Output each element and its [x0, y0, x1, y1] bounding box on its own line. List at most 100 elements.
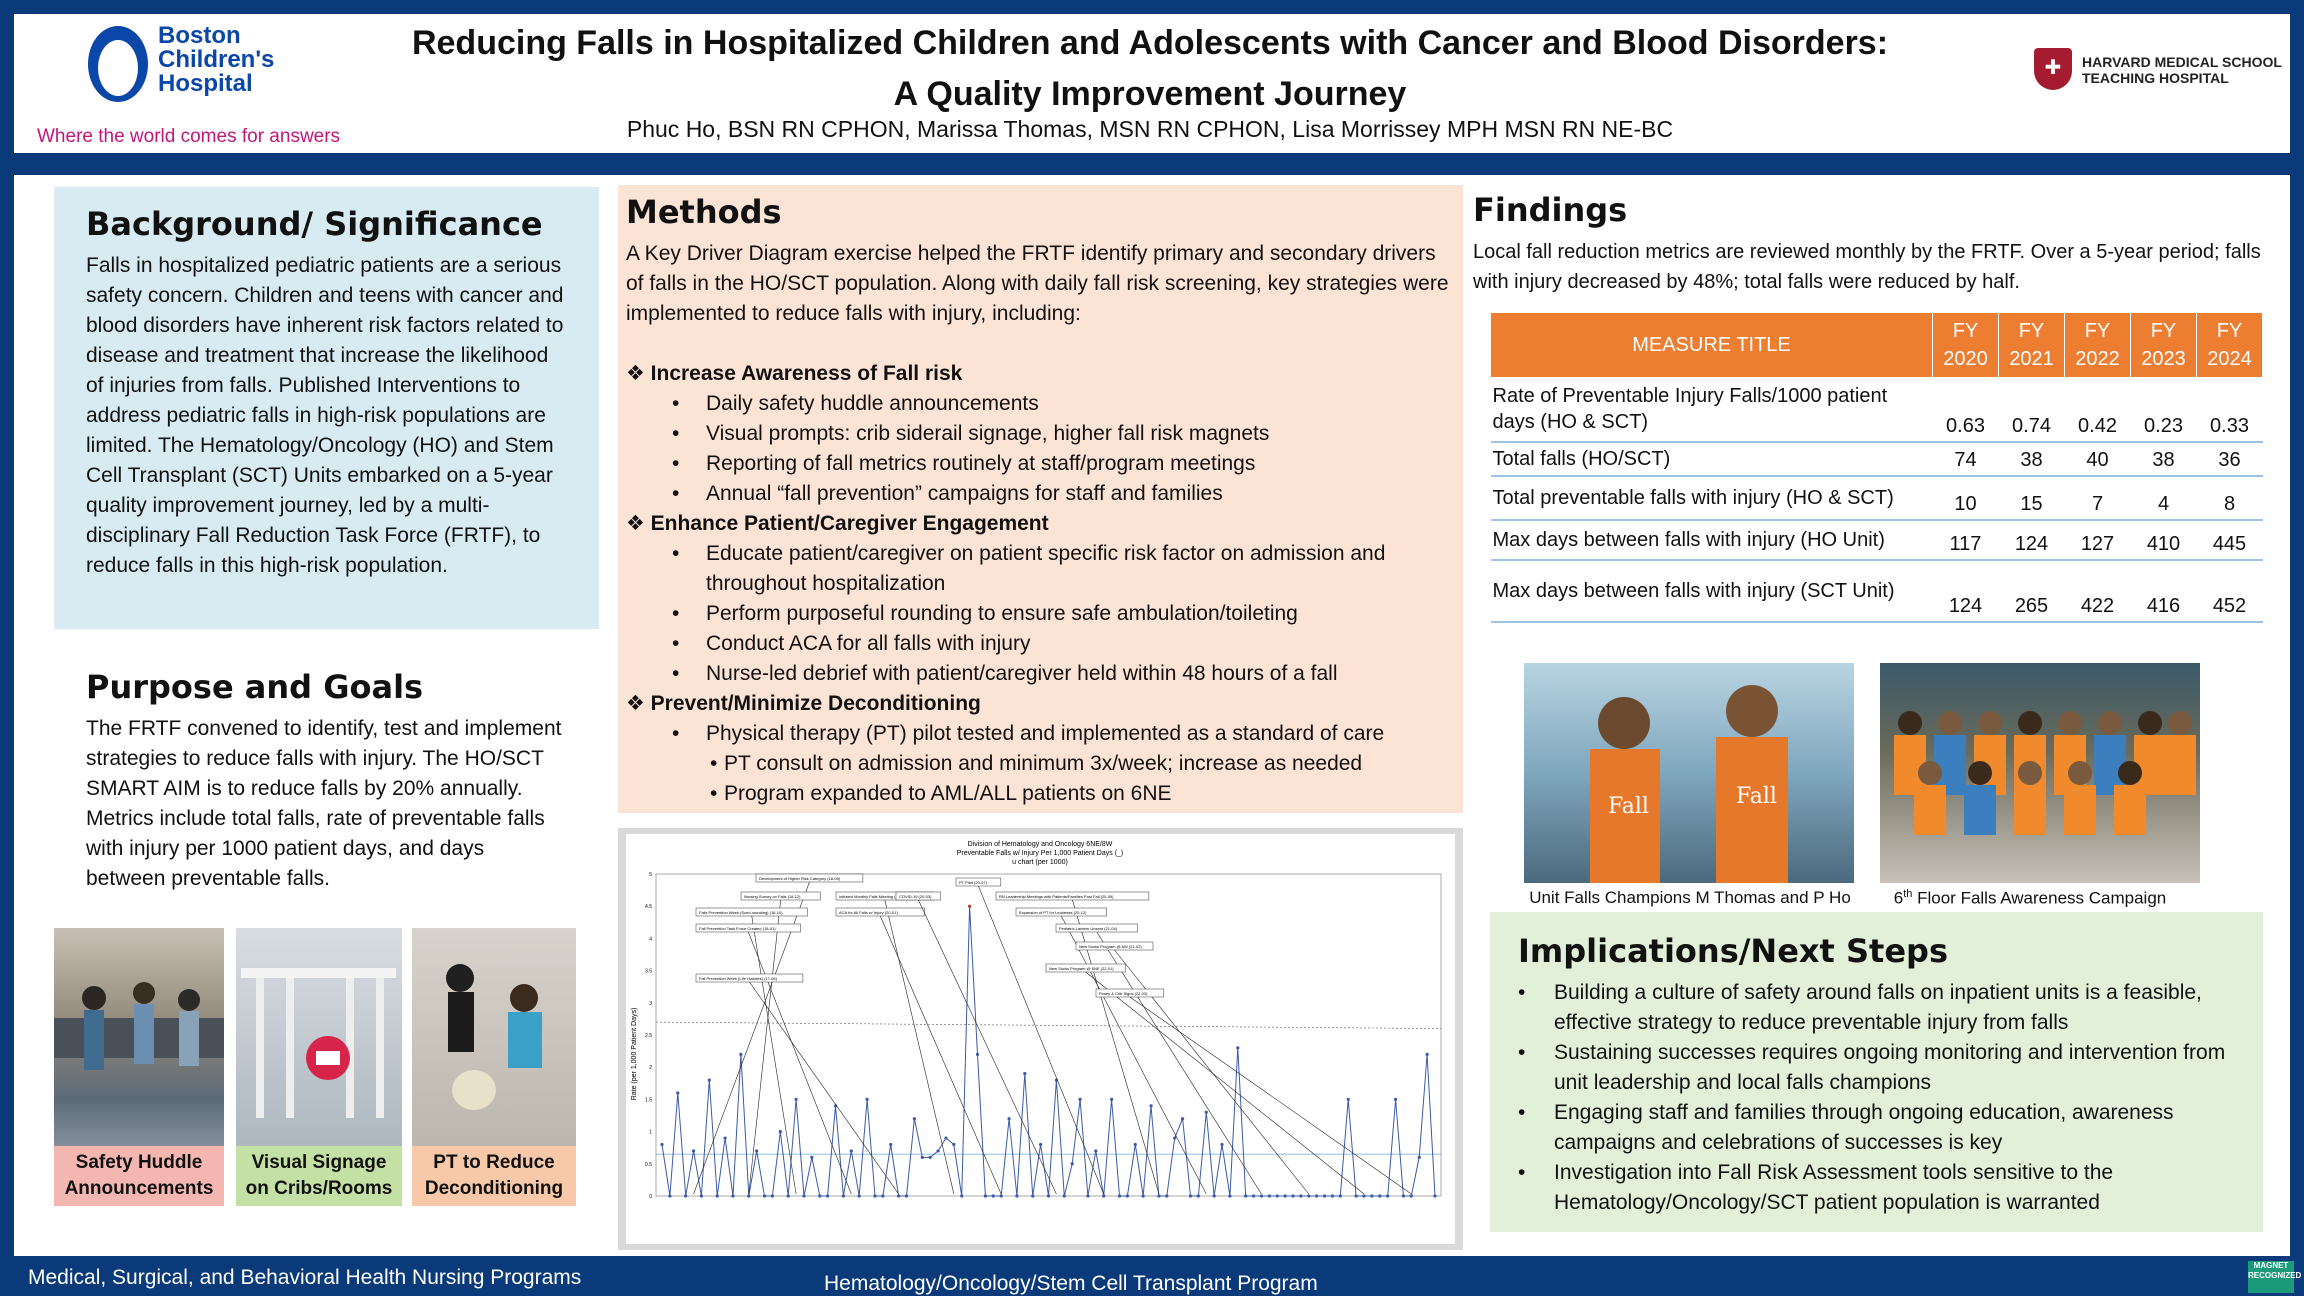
data-point: [991, 1194, 995, 1198]
implications-section: Implications/Next Steps Building a cultu…: [1490, 912, 2263, 1232]
data-point: [1110, 1097, 1114, 1101]
value-cell: 74: [1932, 441, 1999, 477]
person-head: [2058, 711, 2082, 735]
annotation-arrow: [749, 981, 899, 1195]
column-header: FY 2020: [1932, 312, 1999, 378]
data-point: [1433, 1194, 1437, 1198]
data-point: [1346, 1097, 1350, 1101]
left-frame: [0, 0, 14, 1296]
poster-title: Reducing Falls in Hospitalized Children …: [330, 18, 1970, 120]
purpose-section: Purpose and Goals The FRTF convened to i…: [54, 660, 599, 902]
value-cell: 452: [2196, 559, 2263, 623]
value-cell: 8: [2196, 475, 2263, 521]
data-point: [762, 1194, 767, 1198]
value-cell: 422: [2064, 559, 2131, 623]
y-tick-label: 2: [649, 1065, 652, 1071]
logo-line: Children's: [158, 46, 275, 73]
data-point: [1236, 1046, 1240, 1050]
value-cell: 117: [1932, 519, 1999, 561]
column-header-fy: FY: [2018, 320, 2045, 342]
table-row: Total falls (HO/SCT) 74 38 40 38 36: [1490, 441, 2263, 477]
value-cell: 265: [1998, 559, 2065, 623]
shield-icon: ✚: [2034, 48, 2072, 90]
person-head: [1918, 761, 1942, 785]
list-item: Daily safety huddle announcements: [626, 389, 1455, 419]
annotation-arrow: [748, 931, 852, 1195]
annotation-label: Fall Prevention Week (Life Huddles) (17-…: [699, 976, 778, 981]
logo-line: Hospital: [158, 70, 253, 97]
purpose-heading: Purpose and Goals: [86, 668, 424, 706]
label-safety-huddle: Safety Huddle Announcements: [54, 1146, 224, 1206]
data-point: [770, 1194, 775, 1198]
data-point: [1338, 1194, 1342, 1198]
annotation-label: RN Leadership Meetings with Patients/Fam…: [999, 894, 1114, 899]
control-chart-svg: Division of Hematology and Oncology 6NE/…: [631, 841, 1442, 1200]
person-body: [2164, 735, 2196, 795]
list-item: Building a culture of safety around fall…: [1518, 978, 2235, 1038]
annotation-arrow: [884, 899, 955, 1195]
data-point: [904, 1194, 909, 1198]
logo-wordmark: Boston Children's Hospital: [158, 24, 274, 96]
data-point: [810, 1155, 814, 1159]
y-tick-label: 5: [649, 872, 652, 878]
data-point: [897, 1194, 901, 1198]
value-cell: 0.42: [2064, 377, 2131, 443]
person-head: [1898, 711, 1922, 735]
data-point: [1299, 1194, 1303, 1198]
data-point: [1062, 1194, 1066, 1198]
list-item: Annual “fall prevention” campaigns for s…: [626, 479, 1455, 509]
data-point: [794, 1097, 798, 1101]
annotation-arrow: [748, 899, 781, 1195]
data-point: [1417, 1155, 1421, 1159]
value-cell: 0.33: [2196, 377, 2263, 443]
driver-engagement: Enhance Patient/Caregiver Engagement: [626, 509, 1455, 539]
data-point: [1322, 1194, 1327, 1198]
data-point: [1149, 1104, 1153, 1108]
boston-childrens-logo: Boston Children's Hospital: [88, 22, 308, 108]
y-tick-label: 1: [649, 1130, 652, 1136]
footer-left-text: Medical, Surgical, and Behavioral Health…: [28, 1266, 582, 1289]
data-point: [1015, 1194, 1019, 1198]
column-header-year: 2023: [2141, 348, 2186, 370]
table-row: Max days between falls with injury (SCT …: [1490, 559, 2263, 623]
y-tick-label: 0: [649, 1194, 652, 1200]
harvard-wordmark: HARVARD MEDICAL SCHOOL TEACHING HOSPITAL: [2082, 54, 2302, 86]
logo-emblem-icon: [88, 26, 148, 102]
person-body: [1914, 785, 1946, 835]
background-heading: Background/ Significance: [86, 205, 543, 243]
annotation-label: COVID-19 (20-03): [899, 894, 932, 899]
data-point: [1078, 1097, 1082, 1101]
data-point: [1133, 1142, 1137, 1147]
caption-text: Floor Falls Awareness Campaign: [1912, 888, 2167, 908]
methods-heading: Methods: [626, 193, 782, 231]
data-point: [944, 1136, 948, 1140]
label-line: Deconditioning: [424, 1178, 564, 1199]
person-body: [2114, 785, 2146, 835]
data-point: [699, 1194, 704, 1198]
data-point: [1378, 1194, 1382, 1198]
data-point: [1070, 1162, 1074, 1166]
data-point: [1125, 1194, 1129, 1198]
chart-y-axis-label: Rate (per 1,000 Patient Days): [631, 1008, 638, 1101]
data-point: [786, 1194, 790, 1198]
photo-falls-champions: Fall Fall: [1524, 663, 1854, 883]
y-tick-label: 3.5: [645, 969, 652, 975]
value-cell: 10: [1932, 475, 1999, 521]
label-pt-deconditioning: PT to Reduce Deconditioning: [412, 1146, 576, 1206]
footer-bar: Medical, Surgical, and Behavioral Health…: [0, 1256, 2304, 1296]
person-body: [2064, 785, 2096, 835]
svg-text:Fall: Fall: [1608, 794, 1649, 819]
data-point: [1204, 1110, 1208, 1114]
harvard-line-1: HARVARD MEDICAL SCHOOL: [2082, 54, 2282, 70]
y-tick-label: 1.5: [645, 1097, 652, 1103]
value-cell: 0.23: [2130, 377, 2197, 443]
value-cell: 416: [2130, 559, 2197, 623]
data-point: [802, 1194, 806, 1198]
person-head: [2138, 711, 2162, 735]
title-line-1: Reducing Falls in Hospitalized Children …: [411, 24, 1889, 62]
data-point: [1188, 1194, 1193, 1198]
annotation-label: Expansion of PT for Leukemia (20-12): [1019, 910, 1087, 915]
sub-list-item: Program expanded to AML/ALL patients on …: [626, 779, 1455, 809]
chart-title: Division of Hematology and Oncology 6NE/…: [968, 841, 1113, 848]
data-point: [983, 1194, 987, 1198]
